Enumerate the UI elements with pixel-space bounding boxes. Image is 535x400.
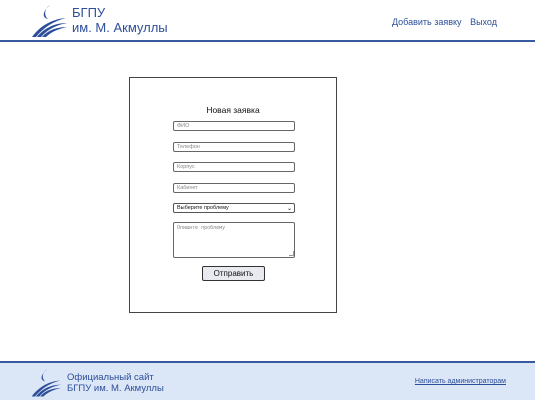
logout-link[interactable]: Выход [470,17,497,27]
footer-brand-line-1: Официальный сайт [67,372,154,383]
top-nav: Добавить заявку Выход [386,17,497,27]
brand-line-1: БГПУ [72,5,106,20]
form-title: Новая заявка [206,105,260,115]
site-footer: Официальный сайт БГПУ им. М. Акмуллы Нап… [0,361,535,400]
footer-brand: Официальный сайт БГПУ им. М. Акмуллы [67,372,164,394]
fio-input[interactable] [173,121,295,131]
resize-handle-icon[interactable] [289,251,294,256]
office-input[interactable] [173,183,295,193]
new-request-form: Новая заявка Выберите проблему ⌄ Отправи… [129,77,337,313]
problem-select-value: Выберите проблему [177,205,229,211]
brand-name[interactable]: БГПУ им. М. Акмуллы [72,5,168,35]
footer-brand-line-2: БГПУ им. М. Акмуллы [67,383,164,394]
bspu-logo-icon [31,369,62,397]
submit-button[interactable]: Отправить [202,266,265,281]
building-input[interactable] [173,162,295,172]
problem-description-textarea[interactable] [173,222,295,258]
phone-input[interactable] [173,142,295,152]
site-header: БГПУ им. М. Акмуллы Добавить заявку Выхо… [0,0,535,42]
contact-admins-link[interactable]: Написать администраторам [415,378,506,385]
add-request-link[interactable]: Добавить заявку [392,17,462,27]
chevron-down-icon: ⌄ [286,206,292,212]
brand-line-2: им. М. Акмуллы [72,20,168,35]
bspu-logo-icon[interactable] [30,4,68,38]
problem-select[interactable]: Выберите проблему ⌄ [173,203,295,213]
